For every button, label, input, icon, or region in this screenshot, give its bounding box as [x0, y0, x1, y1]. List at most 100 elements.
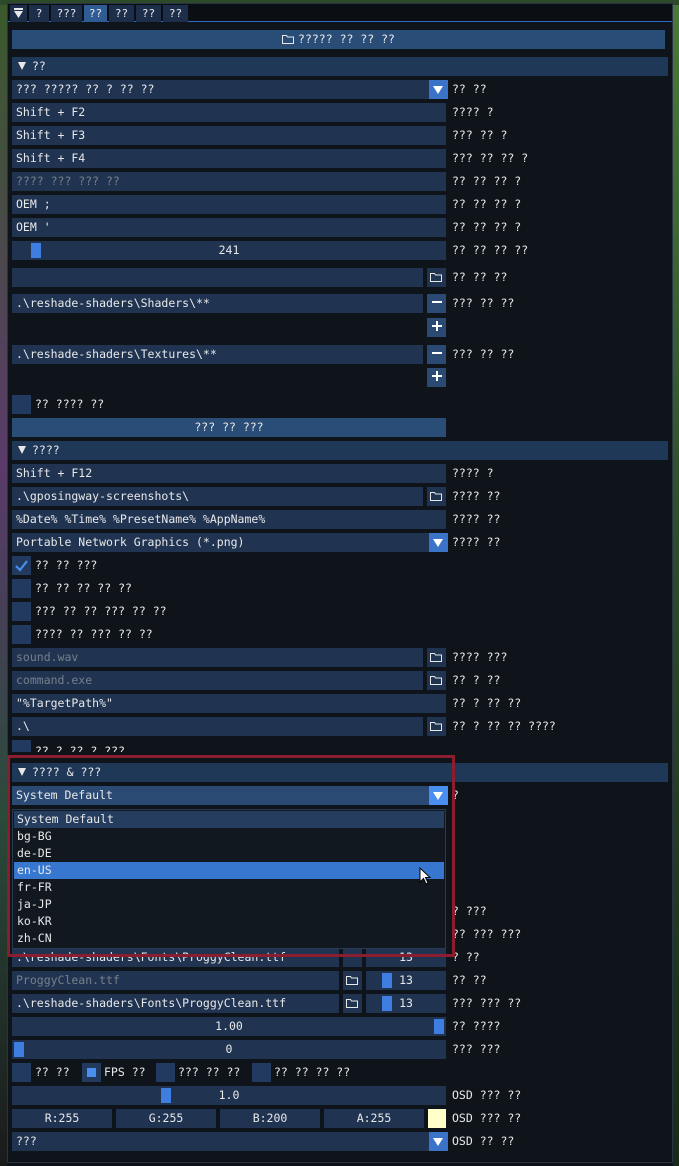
transition-slider[interactable]: 241 [12, 241, 446, 260]
open-config-button[interactable]: ????? ?? ?? ?? [12, 30, 665, 49]
texture-path-label: ??? ?? ?? [452, 347, 515, 361]
fps-check-fill [87, 1068, 96, 1077]
sound-path-field[interactable]: sound.wav [12, 648, 423, 667]
slider-grab[interactable] [382, 973, 392, 988]
tab-menu-button[interactable] [10, 5, 27, 22]
hidden-label: ?? ??? ??? [452, 927, 522, 941]
command-path-field[interactable]: command.exe [12, 671, 423, 690]
screenshot-name-field[interactable]: %Date% %Time% %PresetName% %AppName% [12, 510, 446, 529]
reload-button[interactable]: ??? ?? ??? [12, 418, 446, 437]
osd-position-combo[interactable]: ??? [12, 1132, 429, 1151]
command-args-field[interactable]: "%TargetPath%" [12, 694, 446, 713]
show-clock-checkbox[interactable] [12, 1063, 31, 1082]
perf-mode-checkbox[interactable] [12, 395, 31, 414]
chevron-down-icon[interactable] [429, 533, 448, 552]
screenshot-key-label: ???? ? [452, 466, 494, 480]
folder-browse-button[interactable] [343, 971, 362, 990]
osd-color-r[interactable]: R:255 [12, 1109, 112, 1128]
background-right [673, 0, 679, 1166]
hidden-label: ? ??? [452, 904, 487, 918]
chevron-down-icon[interactable] [429, 1132, 448, 1151]
slider-grab[interactable] [434, 1019, 444, 1034]
key-performance-field[interactable]: ???? ??? ??? ?? [12, 172, 446, 191]
folder-browse-button[interactable] [427, 671, 446, 690]
workdir-label: ?? ? ?? ?? ???? [452, 719, 556, 733]
tab-settings[interactable]: ?? [84, 5, 107, 22]
slider-value: 241 [218, 243, 240, 257]
section-general-header[interactable]: ?? [12, 57, 668, 76]
screenshot-path-field[interactable]: .\gposingway-screenshots\ [12, 487, 423, 506]
tab-home[interactable]: ? [29, 5, 49, 22]
editor-font-path-field[interactable]: .\reshade-shaders\Fonts\ProggyClean.ttf [12, 994, 339, 1013]
screenshot-check-3[interactable] [12, 602, 31, 621]
slider-grab[interactable] [161, 1088, 171, 1103]
folder-browse-button[interactable] [427, 648, 446, 667]
folder-icon [430, 653, 442, 662]
key-next-preset-field[interactable]: OEM ' [12, 218, 446, 237]
key-prev-preset-field[interactable]: OEM ; [12, 195, 446, 214]
slider-grab[interactable] [30, 243, 41, 258]
osd-color-a[interactable]: A:255 [324, 1109, 424, 1128]
key-reload-field[interactable]: Shift + F4 [12, 149, 446, 168]
collapse-triangle-icon [18, 446, 26, 454]
font-path-field[interactable]: ProggyClean.ttf [12, 971, 339, 990]
key-overlay-field[interactable]: Shift + F2 [12, 103, 446, 122]
color-swatch[interactable] [428, 1109, 446, 1128]
screenshot-name-label: ???? ?? [452, 512, 501, 526]
folder-icon [346, 976, 358, 985]
alpha-slider[interactable]: 1.00 [12, 1017, 446, 1036]
show-frametime-checkbox[interactable] [156, 1063, 175, 1082]
osd-scale-value: 1.0 [218, 1088, 240, 1102]
screenshot-key-field[interactable]: Shift + F12 [12, 464, 446, 483]
tab-about[interactable]: ?? [163, 5, 188, 22]
key-next-preset-label: ?? ?? ?? ? [452, 220, 522, 234]
add-path-button[interactable] [427, 318, 446, 337]
editor-font-size-value: 13 [399, 996, 413, 1010]
open-config-label: ????? ?? ?? ?? [298, 32, 395, 46]
screenshot-format-combo[interactable]: Portable Network Graphics (*.png) [12, 533, 429, 552]
font-size-slider[interactable]: 13 [366, 971, 446, 990]
add-path-button[interactable] [427, 368, 446, 387]
osd-color-b[interactable]: B:200 [220, 1109, 320, 1128]
preset-path-field[interactable] [12, 268, 423, 287]
key-overlay-label: ???? ? [452, 105, 494, 119]
osd-color-g[interactable]: G:255 [116, 1109, 216, 1128]
slider-grab[interactable] [382, 996, 392, 1011]
folder-browse-button[interactable] [343, 994, 362, 1013]
shader-path-field[interactable]: .\reshade-shaders\Shaders\** [12, 294, 423, 313]
tab-statistics[interactable]: ?? [109, 5, 134, 22]
input-mode-combo[interactable]: ??? ????? ?? ? ?? ?? [12, 80, 429, 99]
screenshot-check-2[interactable] [12, 579, 31, 598]
rounding-slider[interactable]: 0 [12, 1040, 446, 1059]
show-clock-label: ?? ?? [35, 1065, 70, 1079]
remove-path-button[interactable] [427, 294, 446, 313]
osd-scale-slider[interactable]: 1.0 [12, 1086, 446, 1105]
checkmark-icon [15, 560, 28, 572]
key-effects-field[interactable]: Shift + F3 [12, 126, 446, 145]
screenshot-check-4[interactable] [12, 625, 31, 644]
chevron-down-icon[interactable] [429, 80, 448, 99]
slider-grab[interactable] [14, 1042, 24, 1057]
workdir-field[interactable]: .\ [12, 717, 423, 736]
folder-browse-button[interactable] [427, 487, 446, 506]
show-fps-checkbox[interactable] [82, 1063, 101, 1082]
command-path-label: ?? ? ?? [452, 673, 501, 687]
remove-path-button[interactable] [427, 345, 446, 364]
show-preset-checkbox[interactable] [252, 1063, 271, 1082]
folder-browse-button[interactable] [427, 717, 446, 736]
folder-icon [430, 722, 442, 731]
tab-log[interactable]: ?? [136, 5, 161, 22]
partial-checkbox[interactable] [12, 740, 31, 752]
show-frametime-label: ??? ?? ?? [178, 1065, 241, 1079]
tab-add-ons[interactable]: ??? [51, 5, 82, 22]
key-prev-preset-label: ?? ?? ?? ? [452, 197, 522, 211]
screenshot-check-1[interactable] [12, 556, 31, 575]
folder-icon [430, 492, 442, 501]
perf-mode-label: ?? ???? ?? [35, 397, 105, 411]
folder-icon [430, 676, 442, 685]
folder-browse-button[interactable] [427, 268, 446, 287]
screenshot-check-3-label: ??? ?? ?? ??? ?? ?? [35, 604, 167, 618]
texture-path-field[interactable]: .\reshade-shaders\Textures\** [12, 345, 423, 364]
section-screenshot-header[interactable]: ???? [12, 441, 668, 460]
editor-font-size-slider[interactable]: 13 [366, 994, 446, 1013]
